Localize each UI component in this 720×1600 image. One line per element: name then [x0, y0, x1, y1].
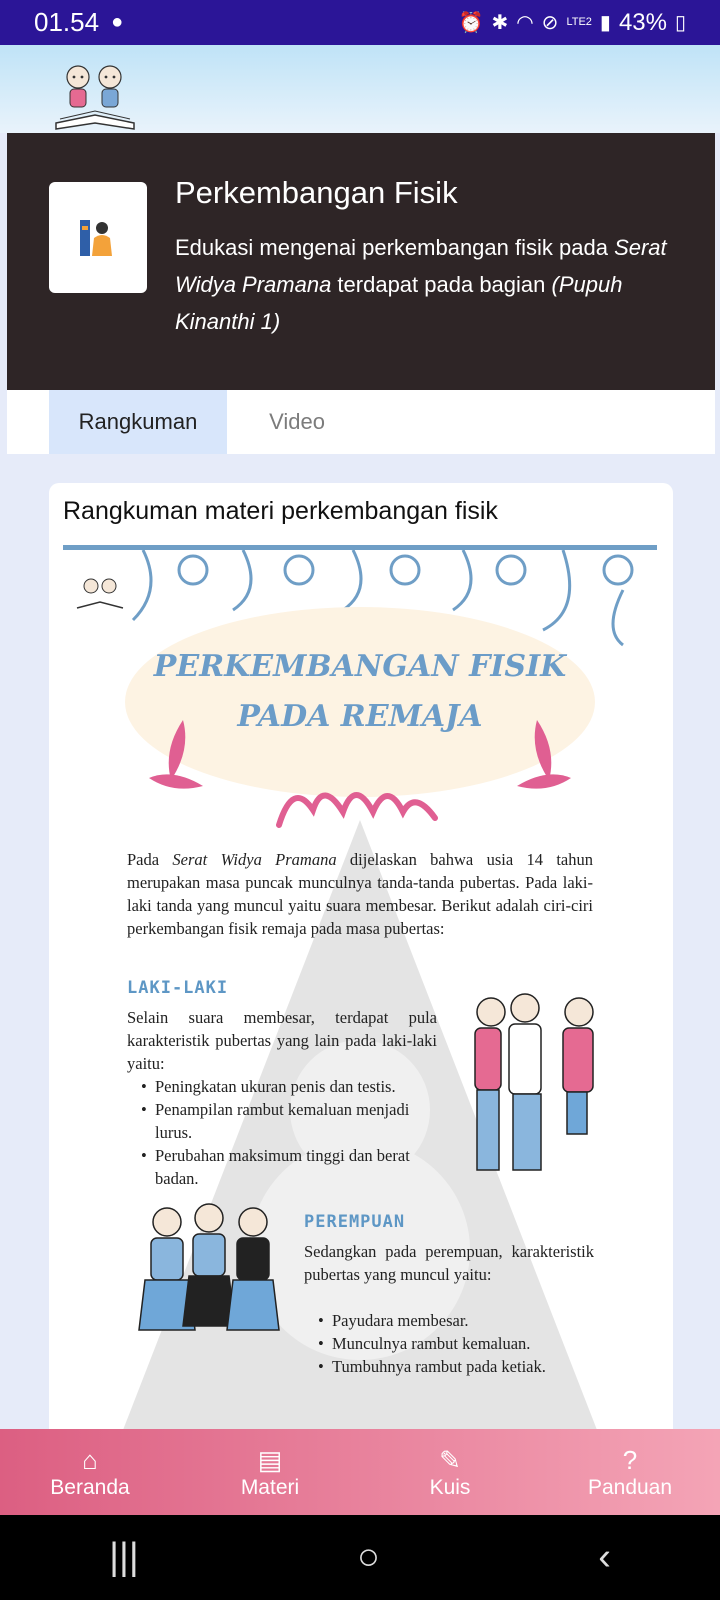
- tab-rangkuman[interactable]: Rangkuman: [49, 390, 227, 454]
- signal-icon: ▮: [599, 12, 611, 34]
- home-icon: ⌂: [82, 1445, 98, 1475]
- list-item: Payudara membesar.: [304, 1309, 604, 1332]
- book-icon: ▤: [257, 1445, 283, 1475]
- clock: 01.54: [34, 7, 100, 37]
- male-heading: LAKI-LAKI: [127, 978, 229, 998]
- home-button-icon[interactable]: ○: [357, 1536, 380, 1579]
- system-navigation-bar: ||| ○ ‹: [0, 1515, 720, 1600]
- list-item: Peningkatan ukuran penis dan testis.: [127, 1075, 437, 1098]
- list-item: Tumbuhnya rambut pada ketiak.: [304, 1355, 604, 1378]
- back-icon[interactable]: ‹: [598, 1536, 611, 1579]
- help-icon: ?: [622, 1445, 638, 1475]
- female-heading: PEREMPUAN: [304, 1212, 406, 1232]
- nav-beranda[interactable]: ⌂ Beranda: [15, 1444, 165, 1500]
- bluetooth-icon: ✱: [491, 12, 509, 34]
- summary-card: Rangkuman materi perkembangan fisik PERK…: [49, 483, 673, 1483]
- poster-intro: Pada Serat Widya Pramana dijelaskan bahw…: [127, 850, 593, 938]
- topic-description: Edukasi mengenai perkembangan fisik pada…: [175, 235, 667, 334]
- topic-thumbnail: [49, 182, 147, 293]
- battery-level: 43%: [618, 8, 667, 36]
- alarm-icon: ⏰: [458, 12, 484, 34]
- app-header: [0, 45, 720, 133]
- recent-apps-icon[interactable]: |||: [109, 1536, 139, 1579]
- poster-title: PERKEMBANGAN FISIK PADA REMAJA: [153, 649, 567, 734]
- status-bar: 01.54 ● ⏰ ✱ ◠ ⊘ LTE2 ▮ 43% ▯: [0, 0, 720, 45]
- topic-header: Perkembangan Fisik Edukasi mengenai perk…: [7, 133, 715, 390]
- pencil-icon: ✎: [439, 1445, 461, 1475]
- account-icon: ●: [111, 11, 124, 33]
- female-list: Payudara membesar. Munculnya rambut kema…: [304, 1309, 604, 1378]
- tab-bar: Rangkuman Video: [7, 390, 715, 454]
- male-text: Selain suara membesar, terdapat pula kar…: [127, 1008, 437, 1073]
- list-item: Munculnya rambut kemaluan.: [304, 1332, 604, 1355]
- summary-poster: PERKEMBANGAN FISIK PADA REMAJA Pada Sera…: [63, 545, 657, 1483]
- card-title: Rangkuman materi perkembangan fisik: [63, 497, 498, 525]
- serap-logo[interactable]: [52, 63, 138, 133]
- bottom-navigation: ⌂ Beranda ▤ Materi ✎ Kuis ? Panduan: [0, 1429, 720, 1515]
- battery-icon: ▯: [674, 12, 686, 34]
- wifi-icon: ◠: [516, 12, 534, 34]
- nav-materi[interactable]: ▤ Materi: [195, 1444, 345, 1500]
- list-item: Penampilan rambut kemaluan menjadi lurus…: [127, 1098, 437, 1144]
- network-label: LTE2: [566, 16, 592, 28]
- nav-kuis[interactable]: ✎ Kuis: [375, 1444, 525, 1500]
- tab-video[interactable]: Video: [247, 390, 347, 454]
- male-list: Peningkatan ukuran penis dan testis. Pen…: [127, 1075, 437, 1190]
- growth-chart-icon: [80, 219, 112, 256]
- page-title: Perkembangan Fisik: [175, 175, 458, 210]
- dnd-icon: ⊘: [541, 12, 559, 34]
- nav-panduan[interactable]: ? Panduan: [555, 1444, 705, 1500]
- list-item: Perubahan maksimum tinggi dan berat bada…: [127, 1144, 437, 1190]
- female-text: Sedangkan pada perempuan, karakteristik …: [304, 1242, 594, 1284]
